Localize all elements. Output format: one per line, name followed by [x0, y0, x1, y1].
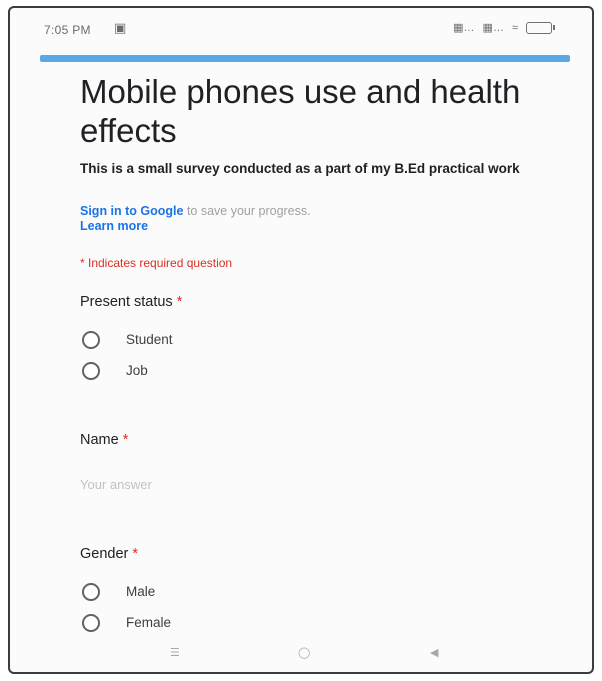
radio-button[interactable]	[82, 361, 100, 380]
status-icons: ▦… ▦… ≈	[453, 21, 555, 34]
radio-button[interactable]	[82, 582, 100, 601]
signin-prompt: Sign in to Google to save your progress.	[80, 204, 552, 219]
option-female[interactable]: Female	[80, 607, 171, 638]
option-male[interactable]: Male	[80, 576, 171, 607]
radio-button[interactable]	[82, 613, 100, 632]
signin-link[interactable]: Sign in to Google	[80, 204, 183, 218]
signin-prompt-text: to save your progress.	[183, 204, 311, 218]
question-gender: Gender * Male Female	[80, 546, 171, 638]
battery-icon	[526, 21, 555, 34]
form-accent-bar	[40, 55, 570, 62]
question-label: Gender *	[80, 546, 171, 562]
phone-screen: 7:05 PM ▣ ▦… ▦… ≈ Mobile phones use and …	[8, 6, 594, 674]
home-icon[interactable]: ◯	[298, 646, 310, 659]
option-label: Female	[126, 615, 172, 630]
form-header: Mobile phones use and health effects Thi…	[80, 72, 552, 270]
form-title: Mobile phones use and health effects	[80, 73, 521, 149]
name-answer-input[interactable]	[80, 477, 300, 492]
question-label: Present status *	[80, 294, 182, 310]
required-star: *	[176, 294, 183, 310]
notification-icon: ▣	[114, 20, 127, 35]
form-description: This is a small survey conducted as a pa…	[80, 161, 520, 176]
navigation-bar: ☰ ◯ ◀	[10, 642, 592, 662]
question-label: Name *	[80, 432, 300, 448]
option-label: Job	[126, 363, 148, 378]
menu-icon[interactable]: ☰	[170, 646, 180, 659]
option-label: Male	[126, 584, 156, 599]
back-icon[interactable]: ◀	[430, 646, 438, 659]
learn-more-link[interactable]: Learn more	[80, 219, 552, 234]
required-star: *	[122, 432, 129, 448]
option-student[interactable]: Student	[80, 324, 182, 355]
question-label-text: Gender	[80, 546, 129, 562]
sim-signal-icon: ▦…	[453, 22, 475, 34]
option-job[interactable]: Job	[80, 355, 182, 386]
sim-signal-icon: ▦…	[482, 22, 504, 34]
wifi-icon: ≈	[511, 21, 518, 34]
question-label-text: Name	[80, 432, 119, 448]
option-label: Student	[126, 332, 173, 347]
radio-button[interactable]	[82, 330, 100, 349]
question-label-text: Present status	[80, 294, 173, 310]
status-time: 7:05 PM	[44, 23, 91, 37]
required-note: * Indicates required question	[80, 256, 233, 270]
required-star: *	[132, 546, 139, 562]
question-name: Name *	[80, 432, 300, 494]
question-present-status: Present status * Student Job	[80, 294, 182, 386]
status-bar: 7:05 PM ▣ ▦… ▦… ≈	[10, 8, 592, 50]
